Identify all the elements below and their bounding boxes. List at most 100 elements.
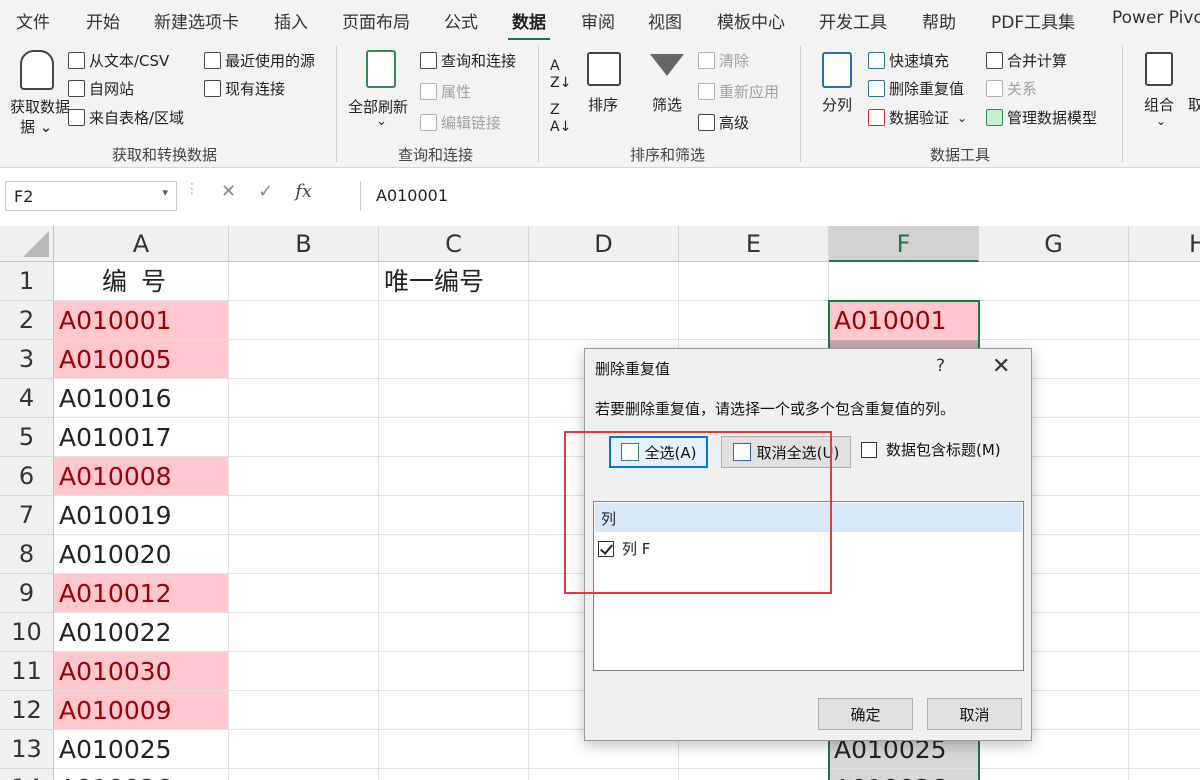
filter-button[interactable]: 筛选: [648, 50, 688, 140]
get-data-button[interactable]: 获取数据 据 ⌄: [10, 50, 70, 140]
cell-A8[interactable]: A010020: [54, 535, 229, 574]
insert-function-icon[interactable]: fx: [295, 181, 312, 202]
cell-E2[interactable]: [679, 301, 829, 340]
cell-A6[interactable]: A010008: [54, 457, 229, 496]
cell-A5[interactable]: A010017: [54, 418, 229, 457]
cell-B11[interactable]: [229, 652, 379, 691]
tab-view[interactable]: 视图: [648, 8, 682, 33]
flash-fill-button[interactable]: 快速填充: [868, 50, 949, 71]
unselect-all-button[interactable]: 取消全选(U): [721, 436, 851, 468]
column-header-B[interactable]: B: [229, 226, 379, 262]
column-header-F[interactable]: F: [829, 226, 979, 262]
select-all-corner[interactable]: [0, 226, 54, 262]
cell-B13[interactable]: [229, 730, 379, 769]
cell-B6[interactable]: [229, 457, 379, 496]
cell-C12[interactable]: [379, 691, 529, 730]
cell-F14[interactable]: A010026: [829, 769, 979, 780]
sort-asc-button[interactable]: A Z↓: [550, 58, 571, 92]
cell-H13[interactable]: [1129, 730, 1200, 769]
cell-E14[interactable]: [679, 769, 829, 780]
cell-B2[interactable]: [229, 301, 379, 340]
row-header-8[interactable]: 8: [0, 535, 54, 574]
row-header-3[interactable]: 3: [0, 340, 54, 379]
row-header-9[interactable]: 9: [0, 574, 54, 613]
tab-new[interactable]: 新建选项卡: [154, 8, 239, 33]
cell-D14[interactable]: [529, 769, 679, 780]
cell-C9[interactable]: [379, 574, 529, 613]
from-web-button[interactable]: 自网站: [68, 78, 134, 99]
has-headers-box[interactable]: [861, 441, 877, 458]
tab-formulas[interactable]: 公式: [444, 8, 478, 33]
cell-C4[interactable]: [379, 379, 529, 418]
help-icon[interactable]: ?: [936, 356, 945, 376]
cell-A11[interactable]: A010030: [54, 652, 229, 691]
row-header-11[interactable]: 11: [0, 652, 54, 691]
cell-A14[interactable]: A010026: [54, 769, 229, 780]
tab-data[interactable]: 数据: [508, 8, 550, 41]
cell-B3[interactable]: [229, 340, 379, 379]
cell-A3[interactable]: A010005: [54, 340, 229, 379]
cell-F2[interactable]: A010001: [829, 301, 979, 340]
tab-pdf-tools[interactable]: PDF工具集: [991, 8, 1075, 33]
cell-H2[interactable]: [1129, 301, 1200, 340]
cell-H7[interactable]: [1129, 496, 1200, 535]
manage-data-model-button[interactable]: 管理数据模型: [986, 107, 1097, 128]
cell-B1[interactable]: [229, 262, 379, 301]
tab-review[interactable]: 审阅: [581, 8, 615, 33]
cell-G1[interactable]: [979, 262, 1129, 301]
cell-H5[interactable]: [1129, 418, 1200, 457]
queries-connections-button[interactable]: 查询和连接: [420, 50, 516, 71]
cell-H6[interactable]: [1129, 457, 1200, 496]
tab-developer[interactable]: 开发工具: [819, 8, 887, 33]
cell-B4[interactable]: [229, 379, 379, 418]
column-f-checkbox[interactable]: [598, 540, 614, 557]
row-header-10[interactable]: 10: [0, 613, 54, 652]
group-button[interactable]: 组合 ⌄: [1140, 50, 1180, 140]
cell-B9[interactable]: [229, 574, 379, 613]
enter-icon[interactable]: ✓: [258, 181, 273, 202]
row-header-6[interactable]: 6: [0, 457, 54, 496]
columns-listbox[interactable]: 列 列 F: [593, 501, 1024, 671]
row-header-2[interactable]: 2: [0, 301, 54, 340]
cell-A7[interactable]: A010019: [54, 496, 229, 535]
close-icon[interactable]: ✕: [992, 354, 1010, 379]
cell-C3[interactable]: [379, 340, 529, 379]
cell-A2[interactable]: A010001: [54, 301, 229, 340]
ungroup-button[interactable]: 取: [1188, 94, 1200, 115]
formula-input[interactable]: A010001: [360, 181, 1200, 211]
column-f-item[interactable]: 列 F: [598, 538, 650, 559]
tab-file[interactable]: 文件: [16, 8, 50, 33]
cell-A1[interactable]: 编号: [54, 262, 229, 301]
remove-duplicates-button[interactable]: 删除重复值: [868, 78, 964, 99]
cell-B12[interactable]: [229, 691, 379, 730]
cell-H10[interactable]: [1129, 613, 1200, 652]
name-box[interactable]: F2 ▾: [5, 181, 177, 211]
cell-C11[interactable]: [379, 652, 529, 691]
cell-B7[interactable]: [229, 496, 379, 535]
row-header-12[interactable]: 12: [0, 691, 54, 730]
cell-E1[interactable]: [679, 262, 829, 301]
edit-links-button[interactable]: 编辑链接: [420, 112, 501, 133]
tab-help[interactable]: 帮助: [922, 8, 956, 33]
recent-sources-button[interactable]: 最近使用的源: [204, 50, 315, 71]
name-box-dropdown-icon[interactable]: ▾: [162, 186, 168, 199]
cell-C14[interactable]: [379, 769, 529, 780]
cell-H4[interactable]: [1129, 379, 1200, 418]
row-header-13[interactable]: 13: [0, 730, 54, 769]
column-header-D[interactable]: D: [529, 226, 679, 262]
data-validation-button[interactable]: 数据验证 ⌄: [868, 107, 967, 128]
advanced-button[interactable]: 高级: [698, 112, 749, 133]
cell-H1[interactable]: [1129, 262, 1200, 301]
select-all-button[interactable]: 全选(A): [609, 436, 708, 468]
row-header-14[interactable]: 14: [0, 769, 54, 780]
column-header-E[interactable]: E: [679, 226, 829, 262]
cell-C6[interactable]: [379, 457, 529, 496]
ok-button[interactable]: 确定: [818, 698, 913, 730]
clear-button[interactable]: 清除: [698, 50, 749, 71]
cell-A13[interactable]: A010025: [54, 730, 229, 769]
cell-B14[interactable]: [229, 769, 379, 780]
cell-D2[interactable]: [529, 301, 679, 340]
tab-insert[interactable]: 插入: [274, 8, 308, 33]
cell-C7[interactable]: [379, 496, 529, 535]
cell-A10[interactable]: A010022: [54, 613, 229, 652]
